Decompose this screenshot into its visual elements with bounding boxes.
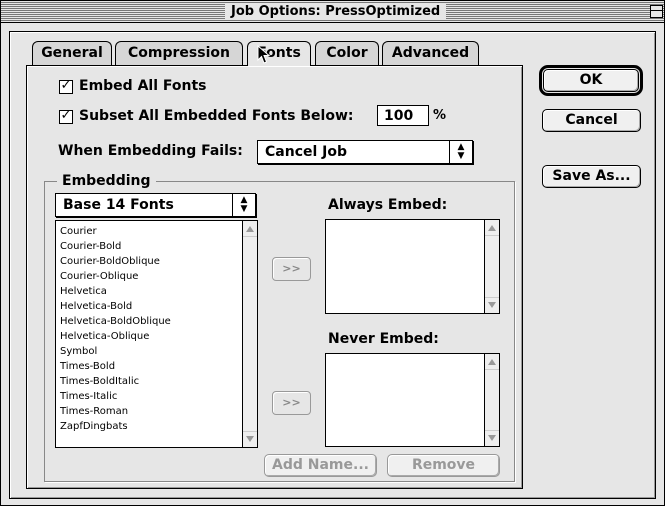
mouse-pointer-icon <box>257 45 271 64</box>
title-bar[interactable]: Job Options: PressOptimized <box>1 1 664 23</box>
font-list-scrollbar[interactable] <box>242 221 257 447</box>
add-name-button[interactable]: Add Name... <box>264 454 377 477</box>
font-list-item[interactable]: Times-Roman <box>60 404 171 419</box>
font-list-items: Courier Courier-Bold Courier-BoldOblique Co… <box>60 224 171 434</box>
tab-advanced[interactable]: Advanced <box>382 41 479 65</box>
scroll-up-icon <box>488 359 496 365</box>
collapse-box-icon[interactable] <box>650 5 663 18</box>
font-list-item[interactable]: Times-BoldItalic <box>60 374 171 389</box>
save-as-button[interactable]: Save As... <box>542 165 641 188</box>
font-list-item[interactable]: ZapfDingbats <box>60 419 171 434</box>
font-list-item[interactable]: Courier-Oblique <box>60 269 171 284</box>
font-list-item[interactable]: Helvetica-BoldOblique <box>60 314 171 329</box>
font-list-item[interactable]: Helvetica <box>60 284 171 299</box>
add-to-always-embed-button[interactable]: >> <box>272 257 311 281</box>
when-embedding-fails-label: When Embedding Fails: <box>58 143 243 159</box>
percent-sign: % <box>433 108 447 123</box>
scroll-down-icon <box>488 302 496 308</box>
dialog-window: Job Options: PressOptimized General Comp… <box>0 0 665 506</box>
font-list-item[interactable]: Times-Italic <box>60 389 171 404</box>
cancel-button[interactable]: Cancel <box>542 109 641 132</box>
never-embed-scrollbar[interactable] <box>484 354 499 446</box>
updown-arrows-icon: ▲ ▼ <box>232 194 255 216</box>
scroll-up-icon <box>246 226 254 232</box>
checkmark-icon: ✓ <box>60 108 72 123</box>
tab-general[interactable]: General <box>32 41 112 65</box>
embed-all-fonts-label: Embed All Fonts <box>79 78 207 94</box>
scroll-down-icon <box>246 436 254 442</box>
font-list-item[interactable]: Symbol <box>60 344 171 359</box>
never-embed-list[interactable] <box>325 353 500 447</box>
font-list-item[interactable]: Courier <box>60 224 171 239</box>
font-source-select[interactable]: Base 14 Fonts ▲ ▼ <box>55 193 256 217</box>
font-list-item[interactable]: Helvetica-Oblique <box>60 329 171 344</box>
tab-compression[interactable]: Compression <box>115 41 243 65</box>
font-list-item[interactable]: Courier-BoldOblique <box>60 254 171 269</box>
add-to-never-embed-button[interactable]: >> <box>272 391 311 415</box>
available-fonts-list[interactable]: Courier Courier-Bold Courier-BoldOblique Co… <box>55 220 258 448</box>
when-embedding-fails-value: Cancel Job <box>265 144 348 160</box>
window-title: Job Options: PressOptimized <box>225 3 447 20</box>
always-embed-scrollbar[interactable] <box>484 220 499 313</box>
never-embed-label: Never Embed: <box>328 331 439 347</box>
always-embed-list[interactable] <box>325 219 500 314</box>
embed-all-fonts-checkbox[interactable]: ✓ <box>59 78 73 94</box>
ok-button[interactable]: OK <box>543 69 639 92</box>
subset-fonts-label: Subset All Embedded Fonts Below: <box>79 108 354 124</box>
scroll-down-icon <box>488 435 496 441</box>
updown-arrows-icon: ▲ ▼ <box>449 141 472 163</box>
subset-percent-input[interactable]: 100 <box>377 105 429 126</box>
scroll-up-icon <box>488 225 496 231</box>
remove-button[interactable]: Remove <box>387 454 500 477</box>
tab-color[interactable]: Color <box>315 41 379 65</box>
always-embed-label: Always Embed: <box>328 197 448 213</box>
font-list-item[interactable]: Times-Bold <box>60 359 171 374</box>
when-embedding-fails-select[interactable]: Cancel Job ▲ ▼ <box>257 140 473 164</box>
font-source-value: Base 14 Fonts <box>63 197 174 213</box>
checkmark-icon: ✓ <box>60 78 72 93</box>
subset-fonts-checkbox[interactable]: ✓ <box>59 108 73 124</box>
font-list-item[interactable]: Courier-Bold <box>60 239 171 254</box>
embedding-group-title: Embedding <box>57 172 156 190</box>
font-list-item[interactable]: Helvetica-Bold <box>60 299 171 314</box>
